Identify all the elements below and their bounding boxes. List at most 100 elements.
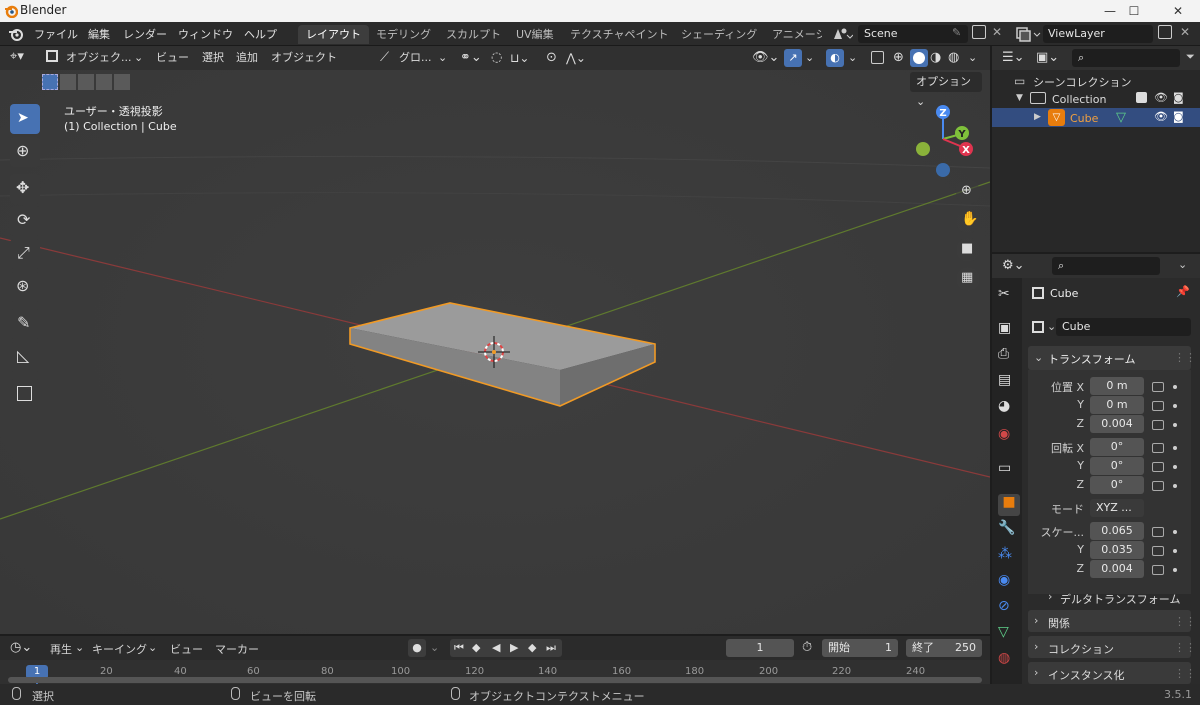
tool-add-cube[interactable] [10,379,40,409]
scene-icon[interactable] [831,26,853,42]
select-new-icon[interactable] [42,74,58,90]
world-tab-icon[interactable]: ◉ [998,426,1020,448]
panel-grip-icon[interactable]: ⋮⋮ [1174,615,1196,628]
falloff-icon[interactable]: ⋀⌄ [566,49,586,67]
close-button[interactable]: ✕ [1156,0,1200,22]
timeline-editor-icon[interactable]: ◷⌄ [10,640,32,655]
display-mode-icon[interactable]: ▣⌄ [1036,50,1059,65]
options-dropdown[interactable]: オプション ⌄ [910,72,982,108]
overlay-toggle-icon[interactable]: ◐ [826,49,844,67]
lock-icon[interactable] [1152,527,1164,537]
zoom-view-button[interactable]: ⊕ [956,180,980,204]
panel-grip-icon[interactable]: ⋮⋮ [1174,667,1196,680]
jump-end-icon[interactable]: ⏭ [546,639,556,657]
tool-scale[interactable]: ⤢ [10,239,40,269]
lock-icon[interactable] [1152,420,1164,430]
tool-cursor[interactable]: ⊕ [10,137,40,167]
outliner-editor-icon[interactable]: ☰⌄ [1002,50,1025,65]
rotation-y-field[interactable]: 0° [1090,457,1144,475]
keyframe-dot-icon[interactable] [1173,549,1177,553]
tool-annotate[interactable]: ✎ [10,309,40,339]
physics-tab-icon[interactable]: ◉ [998,572,1020,594]
location-z-field[interactable]: 0.004 [1090,415,1144,433]
tab-animation[interactable]: アニメーシ [764,25,822,44]
select-subtract-icon[interactable] [78,74,94,90]
rotation-mode-dropdown[interactable]: XYZ ... ⌄ [1090,499,1144,532]
lock-icon[interactable] [1152,565,1164,575]
keyframe-dot-icon[interactable] [1173,404,1177,408]
navigation-gizmo[interactable]: Z Y X [906,102,976,182]
tab-uv-editing[interactable]: UV編集 [508,25,562,44]
collection-tab-icon[interactable]: ▭ [998,460,1020,482]
properties-editor-icon[interactable]: ⚙⌄ [1002,258,1025,273]
rendered-shading-icon[interactable]: ◍ [948,49,959,67]
lock-icon[interactable] [1152,546,1164,556]
keyframe-dot-icon[interactable] [1173,465,1177,469]
end-frame-field[interactable]: 終了 250 [906,639,982,657]
lock-icon[interactable] [1152,382,1164,392]
tab-texture-paint[interactable]: テクスチャペイント [562,25,677,44]
menu-add[interactable]: 追加 [236,49,258,67]
tool-rotate[interactable]: ⟳ [10,206,40,236]
menu-object[interactable]: オブジェクト [271,49,337,67]
wireframe-shading-icon[interactable]: ⊕ [893,49,904,67]
expand-arrow-icon[interactable]: ▶ [1034,112,1041,122]
delete-viewlayer-icon[interactable]: ✕ [1180,25,1190,39]
outliner-search-field[interactable]: ⌕ [1072,49,1180,67]
perspective-toggle-button[interactable]: ▦ [956,267,980,291]
menu-keying[interactable]: キーイング [92,641,147,657]
object-name-field[interactable]: Cube [1056,318,1191,336]
jump-start-icon[interactable]: ⏮ [454,639,464,657]
output-tab-icon[interactable]: ⎙ [998,346,1020,368]
new-viewlayer-icon[interactable] [1158,25,1172,39]
tool-tab-icon[interactable]: ✂ [998,286,1020,308]
maximize-button[interactable]: ☐ [1112,0,1156,22]
scale-y-field[interactable]: 0.035 [1090,541,1144,559]
menu-select[interactable]: 選択 [202,49,224,67]
scene-collection-label[interactable]: シーンコレクション [1033,74,1131,90]
snap-icon[interactable]: ◌ [491,49,502,67]
pin-properties-icon[interactable]: 📌 [1176,285,1190,298]
tool-measure[interactable]: ◺ [10,342,40,372]
panel-grip-icon[interactable]: ⋮⋮ [1174,641,1196,654]
select-extend-icon[interactable] [60,74,76,90]
properties-search-field[interactable]: ⌕ [1052,257,1160,275]
3d-viewport[interactable]: ⌖▾ オブジェク... ⌄ ビュー 選択 追加 オブジェクト ⟋ グロ... ⌄… [0,46,990,634]
next-keyframe-icon[interactable]: ◆ [528,639,536,657]
keyframe-dot-icon[interactable] [1173,484,1177,488]
timeline-area[interactable]: 1 20 40 60 80 100 120 140 160 180 200 22… [0,660,990,684]
record-button[interactable]: ● [408,639,426,657]
pivot-icon[interactable]: ⚭⌄ [460,49,482,67]
overlay-chevron-icon[interactable]: ⌄ [848,49,857,67]
menu-window[interactable]: ウィンドウ [178,26,233,42]
timeline-scrollbar[interactable] [8,677,982,683]
exclude-checkbox[interactable] [1136,92,1147,103]
tool-select[interactable]: ➤ [10,104,40,134]
menu-timeline-view[interactable]: ビュー [170,641,203,657]
lock-icon[interactable] [1152,443,1164,453]
location-y-field[interactable]: 0 m [1090,396,1144,414]
tab-sculpting[interactable]: スカルプト [438,25,509,44]
snap-target-icon[interactable]: ⊔⌄ [510,49,529,67]
collapse-arrow-icon[interactable]: ▼ [1016,93,1023,103]
stopwatch-icon[interactable]: ⏱ [802,640,812,655]
modifier-tab-icon[interactable]: 🔧 [998,520,1020,542]
blender-menu-icon[interactable] [8,27,24,41]
object-mode-dropdown[interactable]: オブジェク... [66,49,132,67]
solid-shading-icon[interactable] [910,49,928,67]
delta-transform-subpanel[interactable]: デルタトランスフォーム [1060,591,1180,607]
record-chevron-icon[interactable]: ⌄ [430,641,439,654]
lock-icon[interactable] [1152,481,1164,491]
xray-toggle-icon[interactable] [871,51,884,64]
properties-chevron-icon[interactable]: ⌄ [1178,258,1187,271]
viewlayer-name-field[interactable]: ViewLayer [1043,25,1153,43]
tool-transform[interactable]: ⊛ [10,272,40,302]
collection-visibility-icon[interactable]: 👁 [1154,91,1168,104]
pan-view-button[interactable]: ✋ [956,209,980,233]
viewlayer-icon[interactable] [1016,26,1042,42]
render-tab-icon[interactable]: ▣ [998,320,1020,342]
collection-label[interactable]: Collection [1052,93,1106,106]
rotation-z-field[interactable]: 0° [1090,476,1144,494]
object-render-icon[interactable]: ◙ [1173,110,1184,123]
gizmo-toggle-icon[interactable]: ↗ [784,49,802,67]
